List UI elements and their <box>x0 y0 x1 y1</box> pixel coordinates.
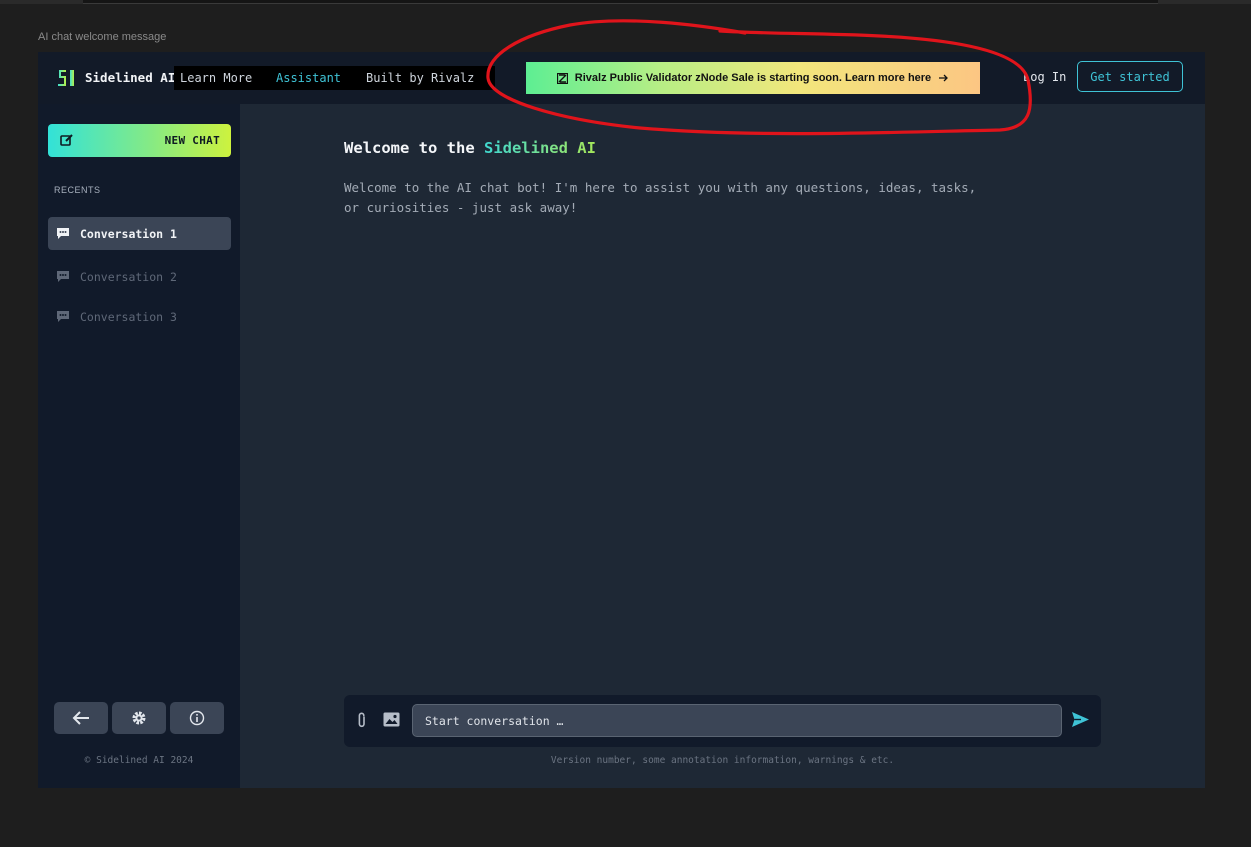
edit-icon <box>60 134 73 146</box>
new-chat-button[interactable]: NEW CHAT <box>48 124 231 157</box>
chat-bubble-icon <box>57 271 69 282</box>
back-arrow-icon <box>72 711 89 725</box>
frame-label: AI chat welcome message <box>38 31 167 43</box>
nav-built-by-rivalz[interactable]: Built by Rivalz <box>366 71 474 85</box>
rivalz-logo-icon <box>556 72 568 84</box>
promo-banner[interactable]: Rivalz Public Validator zNode Sale is st… <box>526 62 980 94</box>
settings-button[interactable] <box>112 702 166 734</box>
top-navbar: Sidelined AI Learn More Assistant Built … <box>38 52 1205 104</box>
chat-input[interactable] <box>412 704 1062 737</box>
welcome-title-accent: Sidelined AI <box>483 139 596 157</box>
window-bar <box>83 0 1158 4</box>
send-icon[interactable] <box>1071 711 1090 728</box>
app-frame: Sidelined AI Learn More Assistant Built … <box>38 52 1205 788</box>
paperclip-icon[interactable] <box>356 712 368 729</box>
info-icon <box>189 710 205 726</box>
nav-learn-more[interactable]: Learn More <box>180 71 252 85</box>
message-composer <box>344 695 1101 747</box>
new-chat-label: NEW CHAT <box>164 134 220 147</box>
logo-icon[interactable] <box>57 68 77 88</box>
arrow-right-icon <box>939 74 949 82</box>
conversation-item[interactable]: Conversation 2 <box>48 260 231 293</box>
welcome-message: Welcome to the AI chat bot! I'm here to … <box>344 180 977 215</box>
conversation-label: Conversation 1 <box>80 227 177 241</box>
chat-bubble-icon <box>57 228 69 239</box>
image-icon[interactable] <box>383 712 400 727</box>
back-button[interactable] <box>54 702 108 734</box>
conversation-label: Conversation 3 <box>80 310 177 324</box>
conversation-item[interactable]: Conversation 1 <box>48 217 231 250</box>
gear-icon <box>132 711 146 725</box>
nav-menu: Learn More Assistant Built by Rivalz <box>174 66 495 90</box>
conversation-label: Conversation 2 <box>80 270 177 284</box>
copyright-text: © Sidelined AI 2024 <box>84 755 194 766</box>
version-footnote: Version number, some annotation informat… <box>550 755 895 766</box>
conversation-item[interactable]: Conversation 3 <box>48 300 231 333</box>
info-button[interactable] <box>170 702 224 734</box>
brand-name[interactable]: Sidelined AI <box>85 70 175 85</box>
login-link[interactable]: Log In <box>1023 70 1066 84</box>
top-strip <box>0 0 1251 4</box>
promo-text: Rivalz Public Validator zNode Sale is st… <box>574 72 932 84</box>
welcome-title: Welcome to the Sidelined AI <box>344 139 596 157</box>
get-started-button[interactable]: Get started <box>1077 61 1183 92</box>
chat-bubble-icon <box>57 311 69 322</box>
sidebar: NEW CHAT RECENTS Conversation 1 Conversa… <box>38 104 240 788</box>
recents-heading: RECENTS <box>54 185 101 195</box>
welcome-title-prefix: Welcome to the <box>344 139 484 157</box>
nav-assistant[interactable]: Assistant <box>276 71 341 85</box>
